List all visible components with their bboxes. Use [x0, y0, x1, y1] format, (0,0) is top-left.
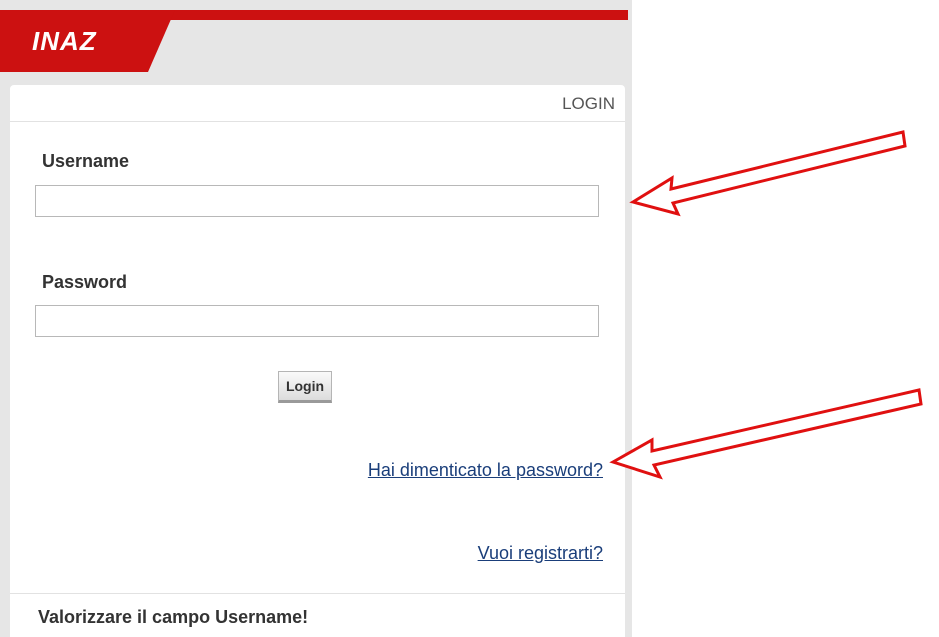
page: INAZ LOGIN Username Password Login Hai d… — [0, 0, 939, 637]
arrow-to-username-icon — [629, 130, 907, 217]
annotation-arrows — [609, 130, 923, 480]
arrow-to-forgot-password-icon — [609, 388, 923, 480]
